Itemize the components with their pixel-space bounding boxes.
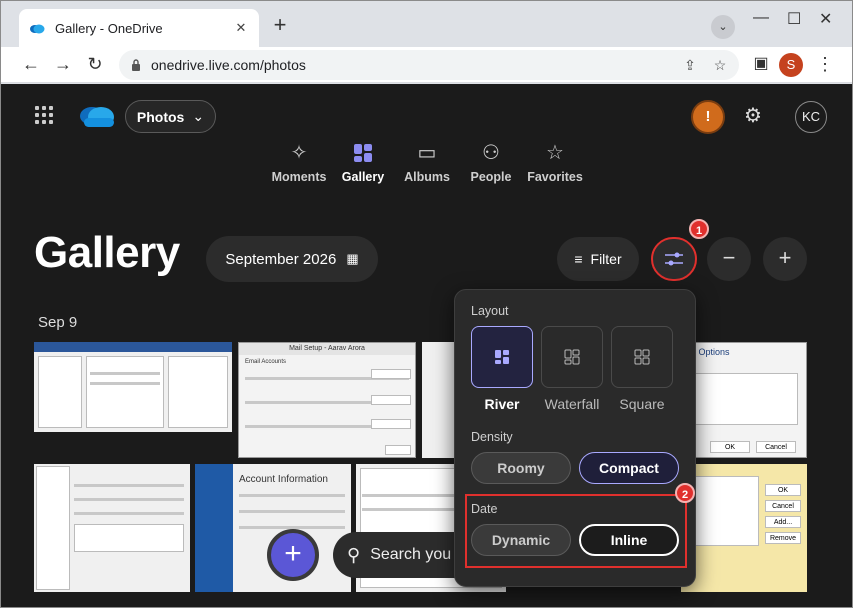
onedrive-logo-icon [80, 107, 114, 127]
river-layout-icon [495, 350, 509, 364]
photo-thumbnail[interactable] [422, 342, 456, 458]
tab-favorites-label: Favorites [527, 170, 583, 184]
tab-title: Gallery - OneDrive [55, 20, 163, 36]
photo-thumbnail[interactable] [34, 342, 232, 432]
tab-people-label: People [470, 170, 512, 184]
more-menu-icon[interactable]: ⋮ [813, 53, 837, 77]
density-heading: Density [471, 430, 513, 444]
thumb-caption: Account Information [239, 474, 328, 485]
layout-square-label: Square [619, 396, 665, 412]
minimize-button[interactable]: — [753, 9, 769, 27]
tab-moments-label: Moments [271, 170, 327, 184]
chevron-down-icon: ⌄ [192, 108, 205, 124]
waterfall-layout-icon [564, 349, 580, 365]
layout-river-label: River [484, 396, 520, 412]
sparkle-icon: ✧ [290, 142, 308, 164]
address-bar[interactable]: onedrive.live.com/photos ⇪ ☆ [119, 50, 739, 80]
filter-lines-icon: ≡ [574, 251, 583, 267]
lock-icon [132, 59, 140, 71]
layout-river-option[interactable] [471, 326, 533, 388]
app-launcher-icon[interactable] [35, 106, 53, 124]
add-new-button[interactable]: + [267, 529, 319, 581]
date-group-label: Sep 9 [38, 314, 78, 331]
forward-arrow-icon[interactable]: → [51, 53, 75, 77]
layout-square-option[interactable] [611, 326, 673, 388]
zoom-in-button[interactable]: + [763, 237, 807, 281]
callout-badge-2: 2 [675, 483, 695, 503]
tab-people[interactable]: ⚇ People [456, 140, 526, 184]
density-compact-option[interactable]: Compact [579, 452, 679, 484]
tab-albums-label: Albums [404, 170, 450, 184]
album-icon: ▭ [417, 142, 437, 164]
tab-search-chevron-icon[interactable]: ⌄ [711, 15, 735, 39]
thumb-caption: OK [765, 484, 801, 496]
date-selector-button[interactable]: September 2026 ▦ [206, 236, 378, 282]
zoom-out-button[interactable]: − [707, 237, 751, 281]
star-icon: ☆ [546, 142, 564, 164]
thumb-caption: Email Accounts [245, 359, 287, 365]
people-icon: ⚇ [482, 142, 500, 164]
search-input[interactable]: ⚲ Search you [333, 532, 473, 578]
thumb-caption: OK [710, 441, 750, 453]
filter-label: Filter [590, 251, 622, 267]
onedrive-page: Photos ⌄ ! ⚙ KC ✧ Moments Gallery ▭ Albu… [1, 84, 852, 607]
tab-albums[interactable]: ▭ Albums [392, 140, 462, 184]
tab-close-icon[interactable]: ✕ [233, 20, 249, 36]
onedrive-favicon-icon [30, 24, 45, 34]
browser-tab[interactable]: Gallery - OneDrive ✕ [19, 9, 259, 47]
view-options-button[interactable] [651, 237, 697, 281]
maximize-button[interactable]: ☐ [787, 9, 801, 29]
thumb-caption: Mail Setup - Aarav Arora [239, 343, 415, 355]
photo-thumbnail[interactable]: Account Information [195, 464, 351, 592]
tab-gallery-label: Gallery [341, 170, 385, 184]
warning-icon[interactable]: ! [691, 100, 725, 134]
profile-avatar[interactable]: S [779, 53, 803, 77]
tab-gallery[interactable]: Gallery [328, 140, 398, 184]
sliders-icon [665, 252, 683, 266]
photo-thumbnail[interactable]: ng Options OK Cancel [681, 342, 807, 458]
layout-waterfall-option[interactable] [541, 326, 603, 388]
share-icon[interactable]: ⇪ [679, 57, 701, 74]
browser-toolbar: ← → ↻ onedrive.live.com/photos ⇪ ☆ ▣ S ⋮ [1, 47, 852, 83]
bookmark-star-icon[interactable]: ☆ [709, 57, 731, 74]
photo-thumbnail[interactable] [34, 464, 190, 592]
search-placeholder: Search you [370, 546, 452, 563]
thumb-caption: Cancel [765, 500, 801, 512]
close-window-button[interactable]: ✕ [819, 9, 832, 29]
gear-icon[interactable]: ⚙ [741, 104, 765, 128]
tab-moments[interactable]: ✧ Moments [264, 140, 334, 184]
back-arrow-icon[interactable]: ← [19, 53, 43, 77]
side-panel-icon[interactable]: ▣ [749, 53, 773, 77]
search-icon: ⚲ [347, 544, 361, 565]
grid-icon [328, 140, 398, 166]
calendar-icon: ▦ [346, 251, 359, 266]
photo-thumbnail[interactable]: OK Cancel Add... Remove [681, 464, 807, 592]
layout-heading: Layout [471, 304, 509, 318]
page-title: Gallery [34, 228, 180, 277]
date-selector-label: September 2026 [225, 250, 337, 268]
square-layout-icon [634, 349, 650, 365]
photos-switcher-button[interactable]: Photos ⌄ [125, 100, 216, 133]
photo-thumbnail[interactable]: Mail Setup - Aarav Arora Email Accounts [238, 342, 416, 458]
url-text: onedrive.live.com/photos [151, 57, 306, 73]
thumb-caption: Add... [765, 516, 801, 528]
layout-waterfall-label: Waterfall [544, 396, 600, 412]
browser-window: Gallery - OneDrive ✕ + ⌄ — ☐ ✕ ← → ↻ one… [0, 0, 853, 608]
tab-favorites[interactable]: ☆ Favorites [520, 140, 590, 184]
thumb-caption: Cancel [756, 441, 796, 453]
photos-switcher-label: Photos [136, 108, 185, 125]
reload-icon[interactable]: ↻ [83, 53, 107, 77]
tab-strip: Gallery - OneDrive ✕ + ⌄ — ☐ ✕ [1, 1, 852, 47]
density-roomy-option[interactable]: Roomy [471, 452, 571, 484]
filter-button[interactable]: ≡ Filter [557, 237, 639, 281]
thumb-caption: Remove [765, 532, 801, 544]
account-avatar[interactable]: KC [795, 101, 827, 133]
new-tab-button[interactable]: + [269, 14, 291, 37]
annotation-highlight-box [465, 494, 687, 568]
callout-badge-1: 1 [689, 219, 709, 239]
